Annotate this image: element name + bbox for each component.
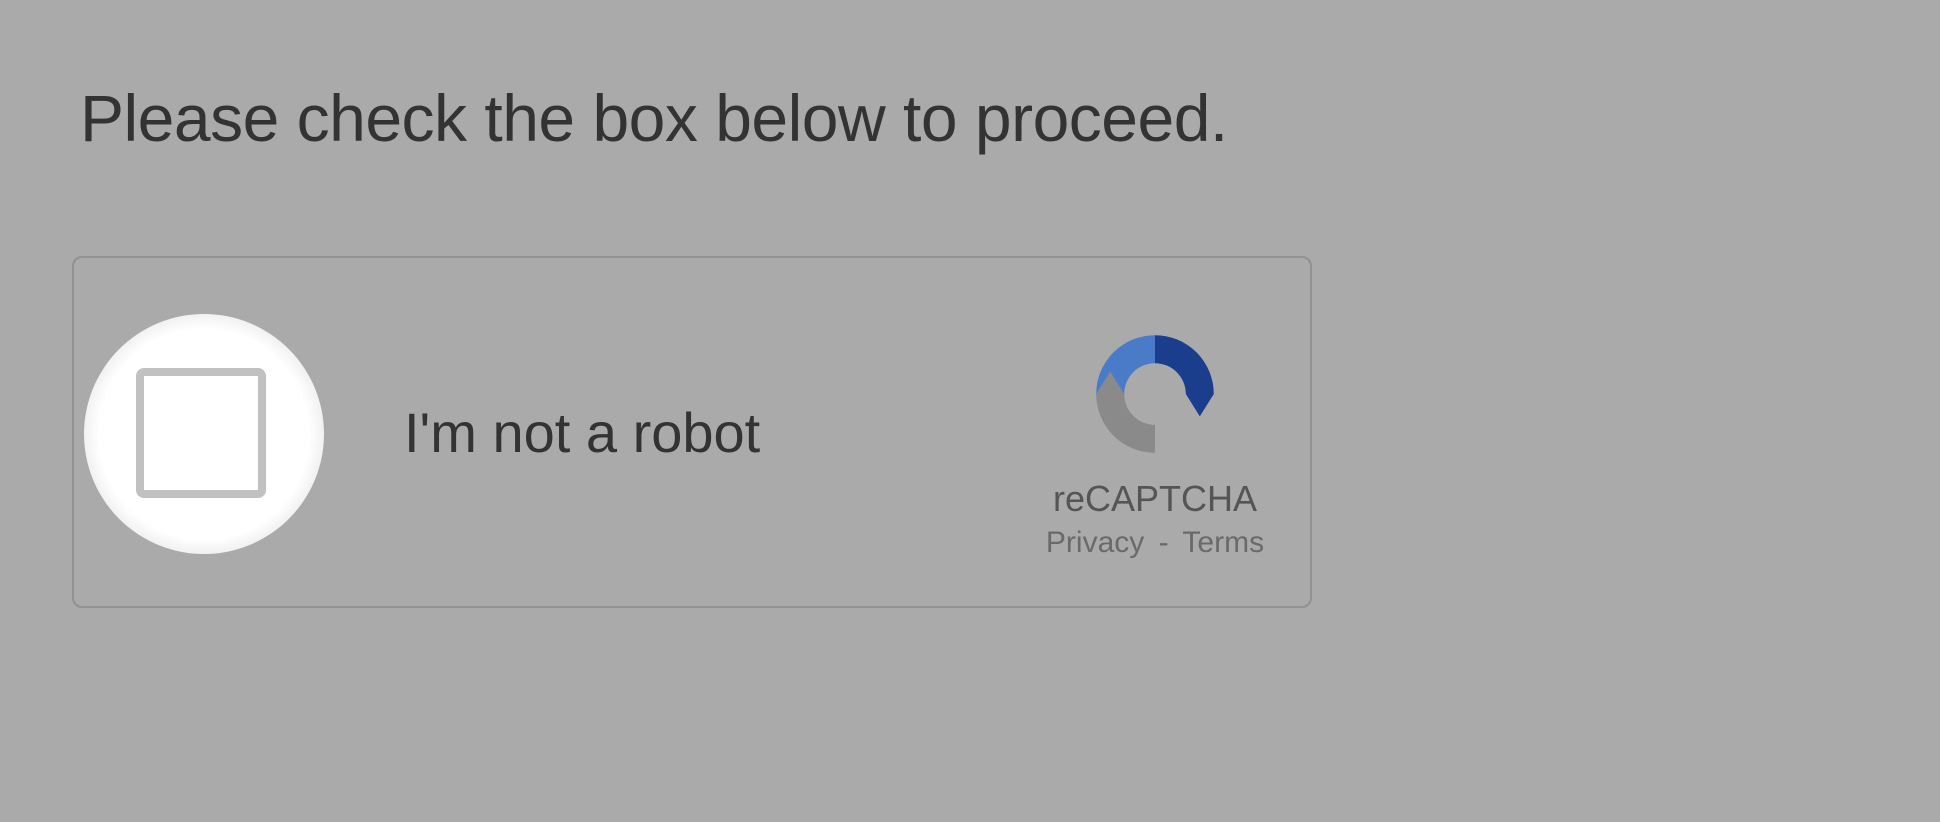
recaptcha-label: I'm not a robot — [404, 400, 1030, 465]
privacy-link[interactable]: Privacy — [1046, 526, 1144, 559]
recaptcha-logo-icon — [1085, 324, 1225, 464]
instruction-text: Please check the box below to proceed. — [80, 80, 1228, 156]
terms-link[interactable]: Terms — [1182, 526, 1264, 559]
recaptcha-legal-links: Privacy - Terms — [1046, 526, 1264, 560]
recaptcha-widget: I'm not a robot reCAPTCHA Privacy - Term… — [72, 256, 1312, 608]
recaptcha-checkbox[interactable] — [136, 368, 266, 498]
recaptcha-checkbox-area[interactable] — [74, 258, 404, 606]
recaptcha-brand-name: reCAPTCHA — [1053, 478, 1257, 520]
recaptcha-brand: reCAPTCHA Privacy - Terms — [1030, 258, 1310, 606]
separator: - — [1159, 526, 1169, 559]
